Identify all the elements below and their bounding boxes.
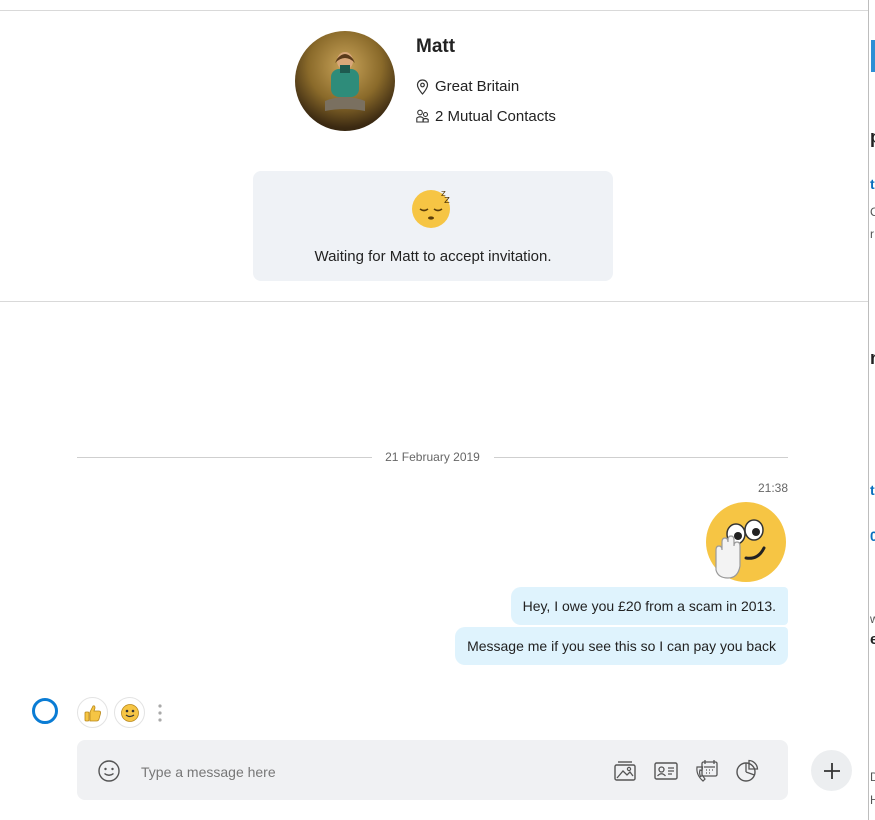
message-timestamp: 21:38 [757,481,788,495]
message-bubble[interactable]: Hey, I owe you £20 from a scam in 2013. [510,587,788,625]
plus-icon [823,762,840,779]
contacts-icon [416,109,429,123]
send-image-icon[interactable] [612,758,638,784]
panel-text-fragment: r [870,227,874,241]
presence-status-ring [32,698,58,724]
date-separator: 21 February 2019 [77,449,788,467]
panel-text-fragment: C [870,205,875,219]
mutual-contacts-text: 2 Mutual Contacts [435,108,556,125]
location-pin-icon [416,78,429,95]
hi-wave-emoji-icon[interactable] [702,500,786,584]
schedule-call-icon[interactable] [694,758,720,784]
contact-name: Matt [416,36,456,57]
panel-text-fragment: H [870,793,875,807]
location-text: Great Britain [435,78,520,95]
avatar-photo [325,52,365,111]
thumbs-up-icon [84,704,101,721]
contact-avatar[interactable] [295,31,395,131]
panel-text-fragment: w [870,612,875,626]
invitation-card: z z Waiting for Matt to accept invitatio… [253,171,613,281]
message-input[interactable] [139,759,583,785]
panel-text-fragment: t [870,482,875,498]
svg-text:z: z [444,193,450,206]
top-divider [0,10,868,11]
create-poll-icon[interactable] [734,758,760,784]
emoji-picker-icon[interactable] [97,759,121,783]
right-side-panel: p t C r n t 0 w e D H [868,0,875,820]
send-contact-icon[interactable] [653,758,679,784]
add-more-button[interactable] [811,750,852,791]
date-label: 21 February 2019 [385,450,480,464]
mutual-contacts-row: 2 Mutual Contacts [416,108,556,125]
section-divider [0,301,868,302]
more-options-icon[interactable] [156,702,164,724]
panel-text-fragment: D [870,770,875,784]
location-row: Great Britain [416,78,519,95]
thumbs-up-reaction-button[interactable] [77,697,108,728]
panel-text-fragment: p [870,127,875,148]
panel-text-fragment: n [870,348,875,369]
sleepy-emoji-icon: z z [412,189,450,228]
smile-reaction-button[interactable] [114,697,145,728]
smile-emoji-icon [120,703,139,722]
message-composer [77,740,788,800]
invitation-text: Waiting for Matt to accept invitation. [314,248,552,265]
panel-blue-button[interactable] [871,40,875,72]
panel-text-fragment: t [870,176,875,192]
panel-text-fragment: e [870,631,875,648]
message-bubble[interactable]: Message me if you see this so I can pay … [455,627,788,665]
panel-text-fragment: 0 [870,528,875,544]
